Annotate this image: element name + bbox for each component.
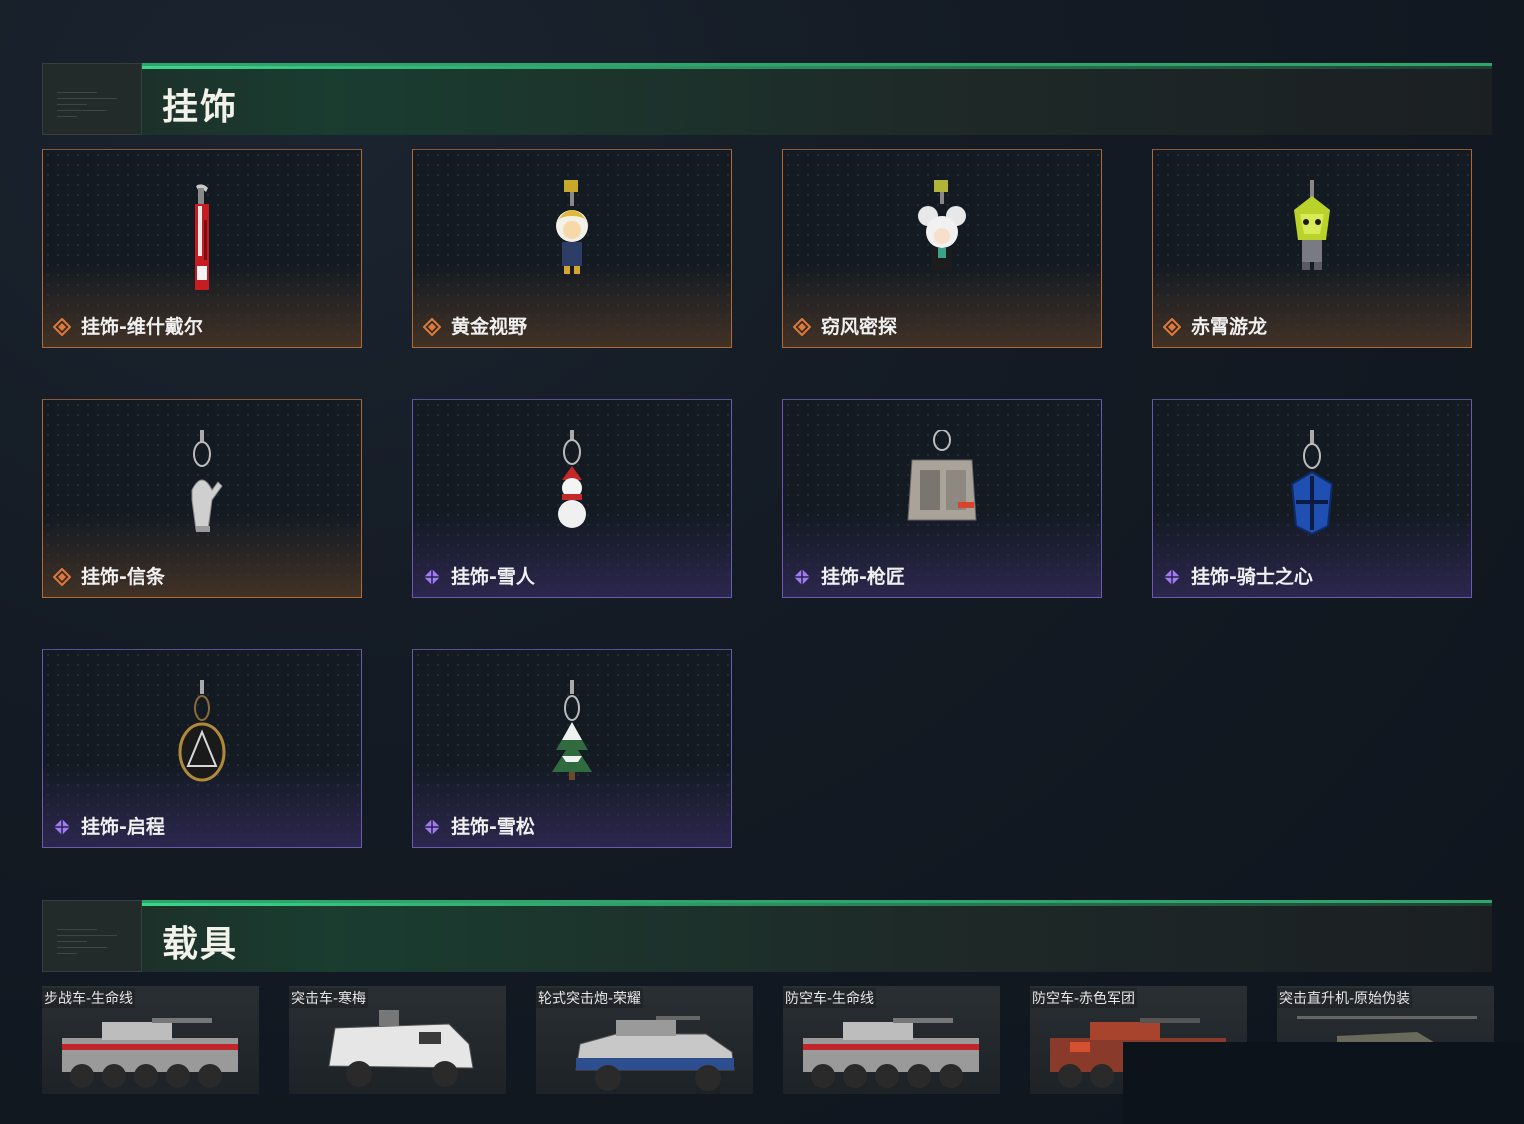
charm-snowman-icon: [558, 430, 586, 528]
charm-card[interactable]: 赤霄游龙: [1152, 149, 1472, 348]
charm-name: 挂饰-雪松: [451, 816, 535, 838]
vehicle-card[interactable]: 步战车-生命线: [42, 986, 259, 1094]
charm-card[interactable]: 挂饰-信条: [42, 399, 362, 598]
header-decoration: [42, 63, 142, 135]
charm-card[interactable]: 黄金视野: [412, 149, 732, 348]
vehicle-name: 防空车-生命线: [783, 988, 877, 1008]
rarity-purple-icon: [424, 819, 440, 835]
section-title-vehicles: 载具: [162, 924, 239, 965]
vehicle-card[interactable]: 突击车-寒梅: [289, 986, 506, 1094]
rarity-orange-icon: [423, 318, 441, 336]
rarity-orange-icon: [53, 318, 71, 336]
charm-card[interactable]: 挂饰-雪人: [412, 399, 732, 598]
section-title-charms: 挂饰: [162, 87, 239, 128]
charm-case-icon: [907, 430, 977, 521]
charm-medal-icon: [178, 680, 226, 782]
header-decoration: [42, 900, 142, 972]
charm-card[interactable]: 挂饰-维什戴尔: [42, 149, 362, 348]
vehicle-name: 突击直升机-原始伪装: [1277, 988, 1413, 1008]
charms-section-header: 挂饰: [42, 63, 1492, 135]
charm-blue-shield-icon: [1290, 430, 1334, 536]
charm-dragon-icon: [1294, 180, 1330, 270]
assault-car-icon: [328, 1010, 474, 1087]
charm-name: 挂饰-骑士之心: [1191, 566, 1313, 588]
rarity-orange-icon: [793, 318, 811, 336]
rarity-purple-icon: [794, 569, 810, 585]
charm-teapot-icon: [191, 430, 223, 532]
charm-name: 窃风密探: [821, 316, 898, 338]
rarity-purple-icon: [54, 819, 70, 835]
dark-overlay: [1123, 1042, 1524, 1124]
charm-name: 挂饰-雪人: [451, 566, 535, 588]
charm-card[interactable]: 挂饰-雪松: [412, 649, 732, 848]
charm-mouse-doll-icon: [918, 180, 966, 270]
charm-name: 黄金视野: [451, 316, 528, 338]
vehicle-name: 步战车-生命线: [42, 988, 136, 1008]
rarity-orange-icon: [1163, 318, 1181, 336]
vehicle-name: 突击车-寒梅: [289, 988, 369, 1008]
charm-card[interactable]: 挂饰-骑士之心: [1152, 399, 1472, 598]
charm-pine-tree-icon: [552, 680, 592, 780]
vehicle-name: 防空车-赤色军团: [1030, 988, 1138, 1008]
charm-name: 挂饰-信条: [81, 566, 165, 588]
charm-name: 挂饰-维什戴尔: [81, 316, 203, 338]
vehicle-card[interactable]: 防空车-生命线: [783, 986, 1000, 1094]
charm-name: 赤霄游龙: [1191, 316, 1268, 338]
rarity-purple-icon: [1164, 569, 1180, 585]
vehicle-card[interactable]: 轮式突击炮-荣耀: [536, 986, 753, 1094]
wheeled-gun-icon: [575, 1016, 735, 1091]
vehicle-name: 轮式突击炮-荣耀: [536, 988, 644, 1008]
rarity-orange-icon: [53, 568, 71, 586]
charm-card[interactable]: 挂饰-枪匠: [782, 399, 1102, 598]
charm-name: 挂饰-枪匠: [821, 566, 905, 588]
ifv-icon: [62, 1018, 238, 1088]
charm-card[interactable]: 挂饰-启程: [42, 649, 362, 848]
aa-vehicle-icon: [803, 1018, 979, 1088]
charm-gold-doll-icon: [556, 180, 588, 274]
rarity-purple-icon: [424, 569, 440, 585]
charm-name: 挂饰-启程: [81, 816, 165, 838]
charm-card[interactable]: 窃风密探: [782, 149, 1102, 348]
vehicles-section-header: 载具: [42, 900, 1492, 972]
charm-red-blade-icon: [195, 184, 209, 290]
